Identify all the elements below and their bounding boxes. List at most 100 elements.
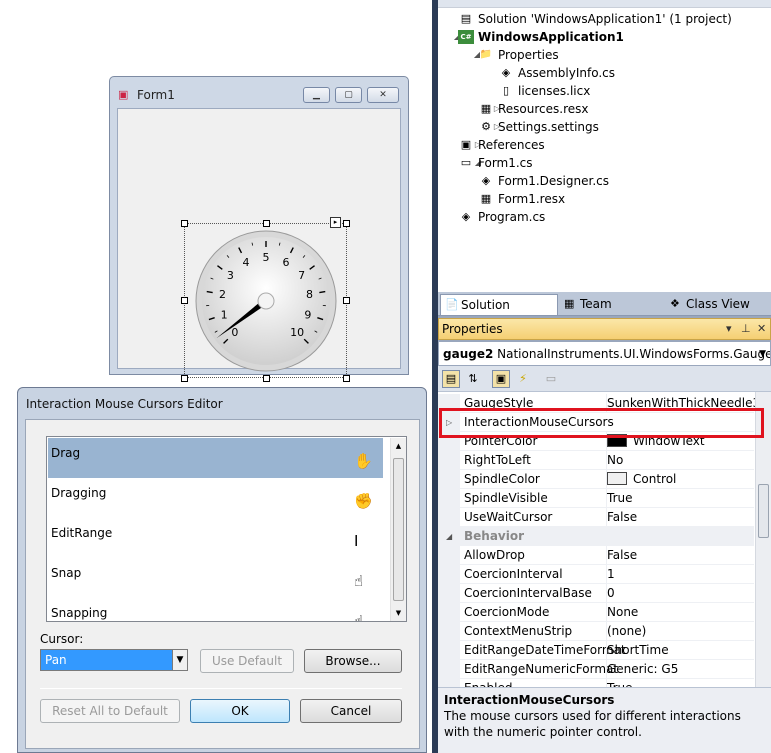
property-value-text: Control — [633, 472, 677, 486]
property-value-text: Generic: G5 — [607, 662, 679, 676]
resize-handle[interactable] — [181, 297, 188, 304]
property-value-text: None — [607, 605, 639, 619]
ok-button[interactable]: OK — [190, 699, 290, 723]
resize-handle[interactable] — [263, 220, 270, 227]
property-row[interactable]: EditRangeDateTimeFormat ShortTime — [438, 641, 754, 660]
property-value[interactable]: (none) — [606, 622, 646, 641]
close-icon[interactable]: ✕ — [757, 319, 766, 339]
property-category[interactable]: ◢ Behavior — [438, 527, 754, 546]
property-row[interactable]: SpindleColor Control — [438, 470, 754, 489]
pin-icon[interactable]: ⊥ — [741, 319, 751, 339]
minimize-icon: ▁ — [313, 90, 320, 100]
tab-team-explorer[interactable]: ▦ Team Explorer — [560, 294, 664, 331]
property-row[interactable]: UseWaitCursor False — [438, 508, 754, 527]
alphabetical-icon[interactable]: ⇅ — [464, 370, 482, 388]
dialog-title: Interaction Mouse Cursors Editor — [26, 397, 223, 411]
property-value[interactable]: False — [606, 508, 637, 527]
cursor-list[interactable]: Drag ✋ Dragging ✊ EditRange I Snap ☝ Snapping ☝ ▲… — [46, 436, 407, 622]
property-value[interactable]: Control — [606, 470, 676, 489]
cursor-list-item[interactable]: Snapping ☝ — [48, 598, 383, 621]
description-text: The mouse cursors used for different int… — [444, 709, 741, 739]
property-name: AllowDrop — [464, 548, 525, 562]
property-pages-icon[interactable]: ▭ — [542, 370, 560, 388]
property-row[interactable]: CoercionMode None — [438, 603, 754, 622]
maximize-button[interactable]: ▢ — [335, 87, 362, 103]
row-gutter — [438, 565, 460, 584]
cursor-value: Pan — [45, 653, 67, 667]
tree-item[interactable]: ▤ Solution 'WindowsApplication1' (1 proje… — [438, 10, 771, 28]
cursor-list-scrollbar[interactable]: ▲ ▼ — [390, 438, 406, 621]
resize-handle[interactable] — [181, 220, 188, 227]
smart-tag-icon[interactable]: ▸ — [330, 217, 341, 228]
tree-item[interactable]: ◈ Form1.Designer.cs — [438, 172, 771, 190]
resize-handle[interactable] — [263, 375, 270, 382]
tree-item[interactable]: ▷ ▦ Resources.resx — [438, 100, 771, 118]
resize-handle[interactable] — [343, 297, 350, 304]
property-row[interactable]: Enabled True — [438, 679, 754, 687]
tree-item[interactable]: ▷ ⚙ Settings.settings — [438, 118, 771, 136]
scrollbar-thumb[interactable] — [758, 484, 769, 538]
properties-icon[interactable]: ▣ — [492, 370, 510, 388]
tree-item[interactable]: ▦ Form1.resx — [438, 190, 771, 208]
tree-item[interactable]: ◈ Program.cs — [438, 208, 771, 226]
resize-handle[interactable] — [343, 220, 350, 227]
cursor-combobox[interactable]: Pan ▼ — [40, 649, 188, 671]
tree-item[interactable]: ◢ C# WindowsApplication1 — [438, 28, 771, 46]
property-row[interactable]: ContextMenuStrip (none) — [438, 622, 754, 641]
scrollbar-thumb[interactable] — [393, 458, 404, 601]
tree-item-label: Solution 'WindowsApplication1' (1 projec… — [478, 12, 732, 26]
property-value[interactable]: 1 — [606, 565, 615, 584]
cursor-item-label: Dragging — [51, 486, 107, 500]
scroll-down-icon[interactable]: ▼ — [391, 605, 406, 621]
tree-item[interactable]: ◈ AssemblyInfo.cs — [438, 64, 771, 82]
property-row[interactable]: EditRangeNumericFormat Generic: G5 — [438, 660, 754, 679]
property-value[interactable]: False — [606, 546, 637, 565]
tab-class-view[interactable]: ❖ Class View — [666, 294, 756, 315]
resize-handle[interactable] — [343, 375, 350, 382]
property-value[interactable]: Generic: G5 — [606, 660, 678, 679]
minimize-button[interactable]: ▁ — [303, 87, 330, 103]
collapse-arrow-icon[interactable]: ◢ — [446, 527, 452, 546]
property-row[interactable]: CoercionInterval 1 — [438, 565, 754, 584]
property-row[interactable]: RightToLeft No — [438, 451, 754, 470]
browse-button[interactable]: Browse... — [304, 649, 402, 673]
property-row[interactable]: AllowDrop False — [438, 546, 754, 565]
cursor-preview-icon: ✋ — [354, 452, 373, 470]
tree-item[interactable]: ▯ licenses.licx — [438, 82, 771, 100]
cursor-list-item[interactable]: Snap ☝ — [48, 558, 383, 598]
tab-solution-explorer[interactable]: 📄 Solution Explorer — [440, 294, 558, 332]
resize-handle[interactable] — [181, 375, 188, 382]
property-row[interactable]: SpindleVisible True — [438, 489, 754, 508]
property-value[interactable]: ShortTime — [606, 641, 669, 660]
property-value[interactable]: 0 — [606, 584, 615, 603]
tree-item[interactable]: ◢ ▭ Form1.cs — [438, 154, 771, 172]
use-default-button[interactable]: Use Default — [200, 649, 294, 673]
solution-icon: ▤ — [460, 12, 472, 25]
row-gutter — [438, 622, 460, 641]
gauge-tick-label: 9 — [304, 309, 311, 322]
gauge-control[interactable]: 01 234 5 678 910 — [190, 228, 350, 373]
property-value[interactable]: None — [606, 603, 638, 622]
property-value-text: 0 — [607, 586, 615, 600]
properties-dropdown-icon[interactable]: ▾ — [726, 319, 732, 339]
property-name: CoercionInterval — [464, 567, 563, 581]
cancel-button[interactable]: Cancel — [300, 699, 402, 723]
categorized-icon[interactable]: ▤ — [442, 370, 460, 388]
cursor-list-item[interactable]: EditRange I — [48, 518, 383, 558]
cursor-list-item[interactable]: Drag ✋ — [48, 438, 383, 478]
scroll-up-icon[interactable]: ▲ — [391, 438, 406, 454]
tree-item[interactable]: ◢ 📁 Properties — [438, 46, 771, 64]
tree-item[interactable]: ▷ ▣ References — [438, 136, 771, 154]
reset-all-button[interactable]: Reset All to Default — [40, 699, 180, 723]
property-value[interactable]: No — [606, 451, 623, 470]
property-row[interactable]: CoercionIntervalBase 0 — [438, 584, 754, 603]
property-name: EditRangeNumericFormat — [464, 662, 619, 676]
events-icon[interactable]: ⚡ — [514, 370, 532, 388]
close-button[interactable]: ✕ — [367, 87, 399, 103]
gauge-spindle — [257, 292, 275, 310]
property-value[interactable]: True — [606, 489, 633, 508]
chevron-down-icon[interactable]: ▼ — [172, 649, 188, 671]
property-value[interactable]: True — [606, 679, 633, 687]
object-selector[interactable]: gauge2 NationalInstruments.UI.WindowsFor… — [438, 341, 771, 366]
cursor-list-item[interactable]: Dragging ✊ — [48, 478, 383, 518]
